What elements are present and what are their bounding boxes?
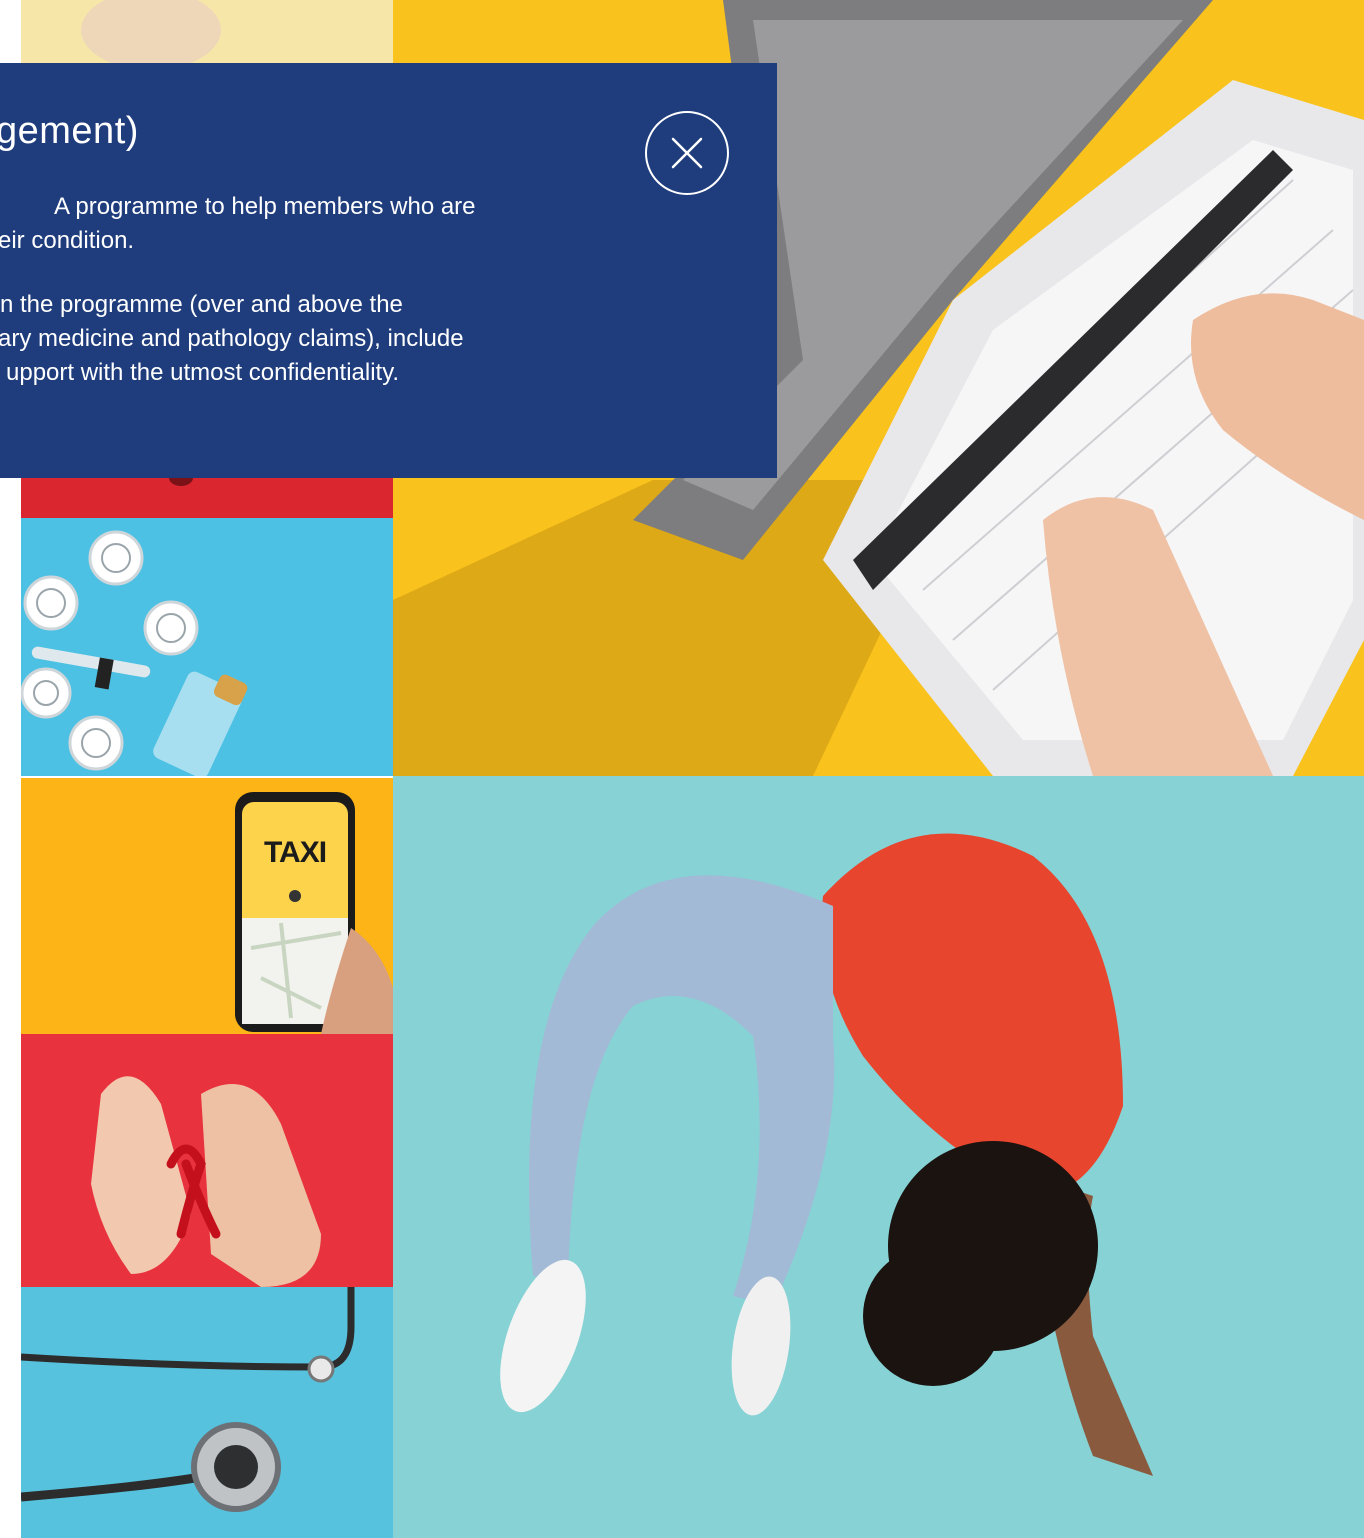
image-tile-hands-ribbon (21, 1034, 393, 1287)
close-icon (671, 137, 703, 169)
modal-paragraph-2-line-1: n the programme (over and above the (0, 291, 403, 318)
close-button[interactable] (645, 111, 729, 195)
modal-paragraph-1-line-1: A programme to help members who are (54, 193, 476, 220)
image-tile-backbend (393, 776, 1364, 1538)
info-modal: gement) A programme to help members who … (0, 63, 777, 478)
modal-paragraph-2-line-2: ary medicine and pathology claims), incl… (0, 325, 464, 352)
modal-paragraph-2-line-3: upport with the utmost confidentiality. (6, 359, 400, 386)
modal-paragraph-2: n the programme (over and above the ary … (0, 288, 464, 390)
image-tile-stethoscope (21, 1287, 393, 1538)
modal-paragraph-1-line-2: eir condition. (0, 227, 135, 254)
modal-title: gement) (0, 110, 139, 152)
image-tile-vials (21, 518, 393, 776)
modal-paragraph-1: A programme to help members who are eir … (0, 190, 476, 258)
image-tile-taxi-phone: TAXI (21, 778, 393, 1034)
taxi-phone-label: TAXI (263, 836, 327, 869)
